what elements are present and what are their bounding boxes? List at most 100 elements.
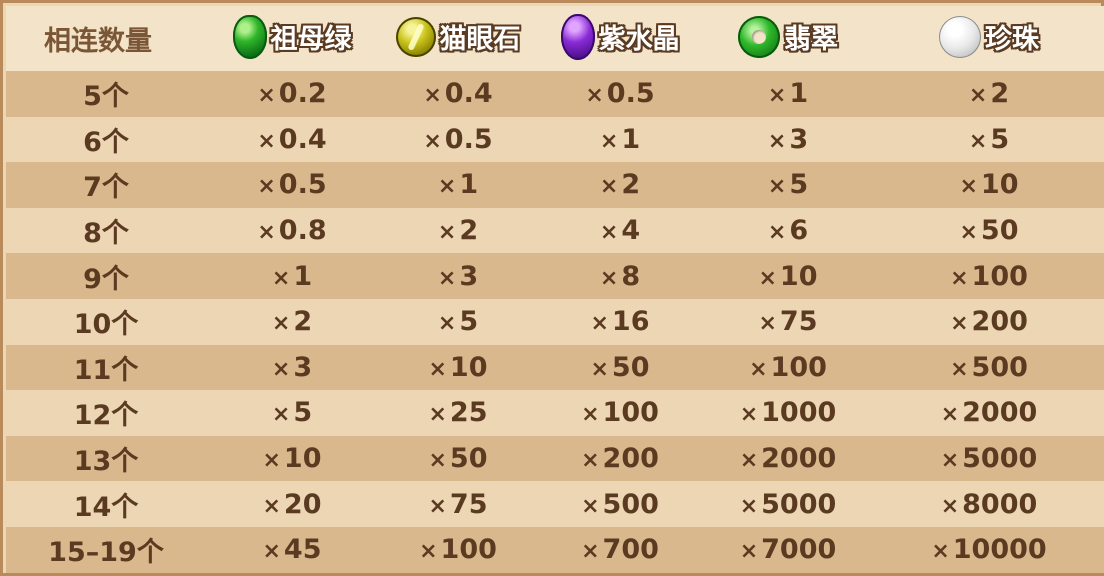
multiplier-symbol: × (423, 128, 442, 154)
amethyst-icon (560, 13, 595, 60)
multiplier-symbol: × (739, 539, 759, 565)
multiplier-cell: × 10 (874, 162, 1104, 208)
multiplier-symbol: × (271, 311, 291, 337)
multiplier-cell: × 6 (702, 208, 874, 254)
multiplier-cell: × 2000 (702, 436, 874, 482)
multiplier-value: 100 (602, 397, 659, 429)
multiplier-value: 500 (971, 351, 1028, 383)
multiplier-symbol: × (739, 493, 759, 519)
multiplier-cell: × 7000 (702, 527, 874, 573)
multiplier-cell: × 75 (378, 481, 538, 527)
multiplier-cell: × 8000 (874, 481, 1104, 527)
multiplier-cell: × 5 (874, 117, 1104, 163)
multiplier-cell: × 2 (874, 71, 1104, 117)
multiplier-value: 1 (621, 123, 641, 155)
multiplier-value: 5 (459, 306, 479, 338)
multiplier-value: 8000 (962, 488, 1038, 520)
match-count-cell: 6个 (83, 126, 129, 158)
multiplier-symbol: × (428, 356, 447, 382)
multiplier-symbol: × (271, 402, 291, 428)
multiplier-cell: × 5000 (702, 481, 874, 527)
multiplier-symbol: × (767, 83, 787, 109)
multiplier-value: 1 (459, 169, 479, 201)
multiplier-cell: × 5 (378, 299, 538, 345)
header-row: 相连数量 祖母绿 猫眼石 紫水晶 翡翠 珍珠 (6, 6, 1104, 71)
multiplier-value: 5 (293, 397, 313, 429)
multiplier-cell: × 45 (206, 527, 378, 573)
multiplier-cell: × 100 (538, 390, 702, 436)
multiplier-cell: × 500 (874, 345, 1104, 391)
match-count-cell: 5个 (83, 81, 129, 113)
multiplier-cell: × 1 (206, 253, 378, 299)
table-row: 12个 × 5 × 25 × 100 × 1000 × 2000 (6, 390, 1104, 436)
gem-header-pearl: 珍珠 (874, 6, 1104, 71)
multiplier-symbol: × (581, 402, 600, 428)
multiplier-value: 75 (779, 306, 818, 338)
multiplier-symbol: × (419, 539, 438, 565)
match-count-cell: 15–19个 (48, 537, 164, 569)
table-row: 8个 × 0.8 × 2 × 4 × 6 × 50 (6, 207, 1104, 254)
multiplier-value: 10 (779, 260, 818, 292)
multiplier-symbol: × (950, 311, 969, 337)
multiplier-cell: × 1000 (702, 390, 874, 436)
multiplier-value: 0.5 (606, 78, 655, 110)
multiplier-symbol: × (581, 448, 600, 474)
pearl-icon (939, 15, 981, 58)
multiplier-value: 200 (971, 306, 1028, 338)
multiplier-cell: × 4 (538, 208, 702, 254)
multiplier-symbol: × (758, 265, 777, 291)
multiplier-value: 5 (990, 123, 1010, 155)
multiplier-value: 75 (449, 488, 488, 520)
multiplier-cell: × 50 (538, 345, 702, 391)
multiplier-cell: × 10 (206, 436, 378, 482)
gem-label: 猫眼石 (439, 24, 521, 55)
multiplier-value: 10 (449, 351, 488, 383)
multiplier-cell: × 20 (206, 481, 378, 527)
multiplier-symbol: × (428, 493, 447, 519)
match-count-cell: 10个 (73, 309, 139, 341)
paytable-panel: ⌐ ¬ ⌙ ⌟ 相连数量 祖母绿 猫眼石 紫水晶 翡翠 珍珠 5个 × 0.2 … (0, 0, 1104, 576)
multiplier-symbol: × (257, 220, 276, 246)
multiplier-symbol: × (940, 493, 960, 519)
multiplier-value: 0.5 (444, 123, 493, 155)
multiplier-value: 16 (611, 306, 650, 338)
multiplier-cell: × 0.8 (206, 208, 378, 254)
multiplier-cell: × 3 (206, 345, 378, 391)
multiplier-symbol: × (262, 493, 281, 519)
multiplier-symbol: × (940, 402, 960, 428)
multiplier-cell: × 5 (206, 390, 378, 436)
multiplier-cell: × 5 (702, 162, 874, 208)
multiplier-value: 2 (990, 78, 1010, 110)
multiplier-cell: × 2 (538, 162, 702, 208)
multiplier-symbol: × (428, 402, 447, 428)
multiplier-symbol: × (950, 356, 969, 382)
multiplier-cell: × 10000 (874, 527, 1104, 573)
multiplier-symbol: × (590, 356, 609, 382)
multiplier-symbol: × (271, 356, 291, 382)
paytable: 相连数量 祖母绿 猫眼石 紫水晶 翡翠 珍珠 5个 × 0.2 × 0.4 × … (6, 6, 1104, 573)
multiplier-symbol: × (599, 265, 619, 291)
multiplier-symbol: × (428, 448, 447, 474)
multiplier-value: 6 (789, 215, 809, 247)
multiplier-cell: × 100 (702, 345, 874, 391)
table-row: 6个 × 0.4 × 0.5 × 1 × 3 × 5 (6, 116, 1104, 163)
multiplier-cell: × 0.4 (206, 117, 378, 163)
multiplier-cell: × 0.5 (378, 117, 538, 163)
multiplier-symbol: × (271, 265, 291, 291)
multiplier-cell: × 50 (874, 208, 1104, 254)
multiplier-cell: × 200 (874, 299, 1104, 345)
match-count-cell: 9个 (83, 263, 129, 295)
multiplier-value: 2000 (761, 443, 837, 475)
multiplier-cell: × 10 (378, 345, 538, 391)
multiplier-value: 45 (283, 534, 322, 566)
multiplier-cell: × 200 (538, 436, 702, 482)
multiplier-cell: × 5000 (874, 436, 1104, 482)
table-row: 9个 × 1 × 3 × 8 × 10 × 100 (6, 253, 1104, 299)
multiplier-symbol: × (739, 448, 759, 474)
catseye-icon (395, 16, 436, 57)
multiplier-symbol: × (767, 128, 787, 154)
table-row: 5个 × 0.2 × 0.4 × 0.5 × 1 × 2 (6, 71, 1104, 117)
multiplier-symbol: × (437, 311, 457, 337)
multiplier-value: 20 (283, 488, 322, 520)
multiplier-symbol: × (257, 83, 276, 109)
